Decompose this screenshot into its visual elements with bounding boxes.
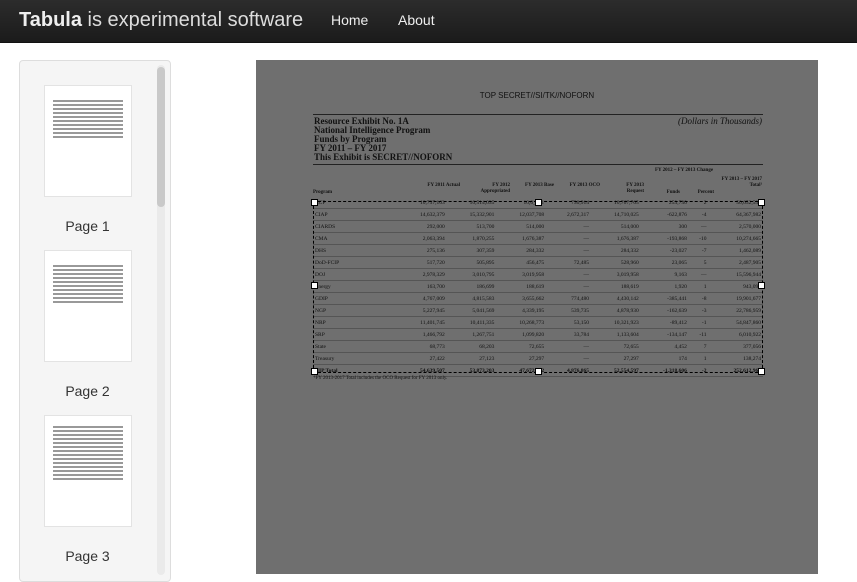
thumbnail-preview: [53, 265, 123, 305]
page-thumbnail-1[interactable]: [44, 85, 132, 197]
classification-marking: TOP SECRET//SI/TK//NOFORN: [479, 91, 595, 100]
resize-handle[interactable]: [311, 368, 318, 375]
table-footnote: ¹FY 2013-2017 Total includes the OCO Req…: [314, 376, 448, 381]
column-header: FY 2013 Request: [626, 183, 644, 194]
change-header: FY 2012 – FY 2013 Change: [654, 168, 714, 173]
column-header: FY 2013 OCO: [569, 183, 600, 188]
column-header: Percent: [697, 190, 714, 195]
thumbnail-preview: [53, 100, 123, 140]
page-label-1[interactable]: Page 1: [20, 218, 155, 234]
units-note: (Dollars in Thousands): [677, 116, 762, 126]
exhibit-header: Resource Exhibit No. 1A National Intelli…: [314, 117, 452, 162]
page-label-2[interactable]: Page 2: [20, 383, 155, 399]
brand-name: Tabula: [19, 9, 82, 31]
brand-tagline: is experimental software: [81, 9, 304, 31]
resize-handle[interactable]: [758, 282, 765, 289]
resize-handle[interactable]: [758, 199, 765, 206]
table-selection-box[interactable]: [311, 199, 765, 375]
column-header: FY 2013 – FY 2017 Total¹: [721, 177, 762, 188]
page-label-3[interactable]: Page 3: [20, 548, 155, 564]
column-header: Program: [313, 190, 333, 195]
pdf-page-viewer[interactable]: TOP SECRET//SI/TK//NOFORN Resource Exhib…: [256, 60, 818, 574]
thumbnail-preview: [53, 426, 123, 482]
nav-home-link[interactable]: Home: [331, 12, 368, 28]
column-header: FY 2012 Appropriated: [480, 183, 510, 194]
page-thumbnail-sidebar: Page 1 Page 2 Page 3: [19, 60, 171, 582]
column-header: FY 2013 Base: [525, 183, 554, 188]
page-thumbnail-2[interactable]: [44, 250, 132, 362]
resize-handle[interactable]: [758, 368, 765, 375]
resize-handle[interactable]: [535, 368, 542, 375]
header-line: This Exhibit is SECRET//NOFORN: [314, 152, 453, 162]
app-brand[interactable]: Tabula is experimental software: [19, 9, 303, 32]
resize-handle[interactable]: [535, 199, 542, 206]
sidebar-scroll-thumb[interactable]: [157, 67, 165, 207]
table-top-rule: [313, 164, 763, 165]
header-rule: [313, 114, 763, 115]
resize-handle[interactable]: [311, 199, 318, 206]
page-thumbnail-3[interactable]: [44, 415, 132, 527]
pdf-page: TOP SECRET//SI/TK//NOFORN Resource Exhib…: [256, 60, 818, 574]
resize-handle[interactable]: [311, 282, 318, 289]
sidebar-scrollbar[interactable]: [157, 65, 165, 575]
column-header: Funds: [666, 190, 680, 195]
nav-about-link[interactable]: About: [398, 12, 435, 28]
top-navbar: Tabula is experimental software Home Abo…: [0, 0, 857, 43]
column-header: FY 2011 Actual: [427, 183, 460, 188]
